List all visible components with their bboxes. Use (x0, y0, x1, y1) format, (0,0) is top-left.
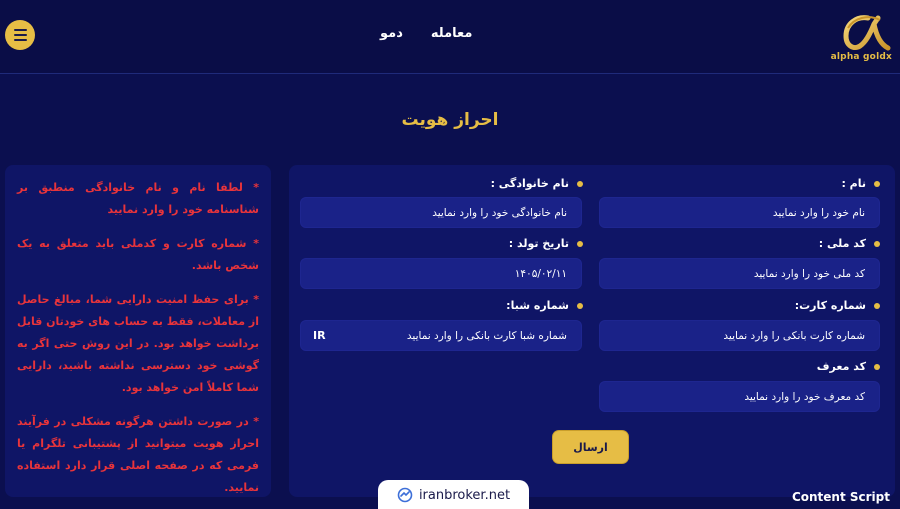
card-number-input[interactable]: شماره کارت بانکی را وارد نمایید (599, 320, 880, 351)
bullet-icon (577, 181, 583, 187)
bullet-icon (577, 303, 583, 309)
note-support: * در صورت داشتن هرگونه مشکلی در فرآیند ا… (17, 415, 259, 494)
hamburger-line (13, 39, 27, 41)
trend-check-icon (397, 487, 413, 503)
card-number-label: شماره کارت: (795, 299, 880, 312)
birth-date-input[interactable]: ۱۴۰۵/۰۲/۱۱ (300, 258, 582, 289)
national-code-input[interactable]: کد ملی خود را وارد نمایید (599, 258, 880, 289)
bullet-icon (577, 241, 583, 247)
submit-button[interactable]: ارسال (553, 431, 628, 463)
sheba-input[interactable]: شماره شبا کارت بانکی را وارد نمایید IR (300, 320, 582, 351)
page-title: احراز هویت (401, 110, 499, 130)
first-name-label: نام : (841, 177, 880, 190)
note-name: * لطفا نام و نام خانوادگی منطبق بر شناسن… (17, 181, 259, 216)
hamburger-menu-button[interactable] (5, 20, 35, 50)
hamburger-line (13, 34, 27, 36)
top-header: معامله دمو alpha goldx (0, 0, 900, 74)
nav-trade[interactable]: معامله (431, 26, 473, 41)
note-card: * شماره کارت و کدملی باید متعلق به یک شخ… (17, 237, 259, 272)
sheba-label: شماره شبا: (506, 299, 583, 312)
nav-demo[interactable]: دمو (380, 26, 403, 41)
last-name-input[interactable]: نام خانوادگی خود را وارد نمایید (300, 197, 582, 228)
birth-date-label: تاریخ تولد : (509, 237, 583, 250)
content-script-label: Content Script (791, 490, 890, 504)
bullet-icon (874, 241, 880, 247)
bullet-icon (874, 303, 880, 309)
referral-label: کد معرف (817, 360, 880, 373)
logo-text: alpha goldx (830, 52, 892, 62)
identity-form: نام : نام خود را وارد نمایید کد ملی : کد… (289, 165, 895, 497)
first-name-input[interactable]: نام خود را وارد نمایید (599, 197, 880, 228)
watermark-text: iranbroker.net (418, 487, 511, 503)
bullet-icon (874, 181, 880, 187)
main-nav: معامله دمو (380, 26, 472, 41)
notes-panel: * لطفا نام و نام خانوادگی منطبق بر شناسن… (5, 165, 271, 497)
referral-input[interactable]: کد معرف خود را وارد نمایید (599, 381, 880, 412)
national-code-label: کد ملی : (819, 237, 880, 250)
hamburger-icon (13, 29, 27, 31)
sheba-prefix: IR (313, 329, 326, 342)
iranbroker-watermark[interactable]: iranbroker.net (378, 480, 529, 509)
bullet-icon (874, 364, 880, 370)
note-security: * برای حفظ امنیت دارایی شما، مبالغ حاصل … (17, 293, 259, 394)
last-name-label: نام خانوادگی : (491, 177, 583, 190)
